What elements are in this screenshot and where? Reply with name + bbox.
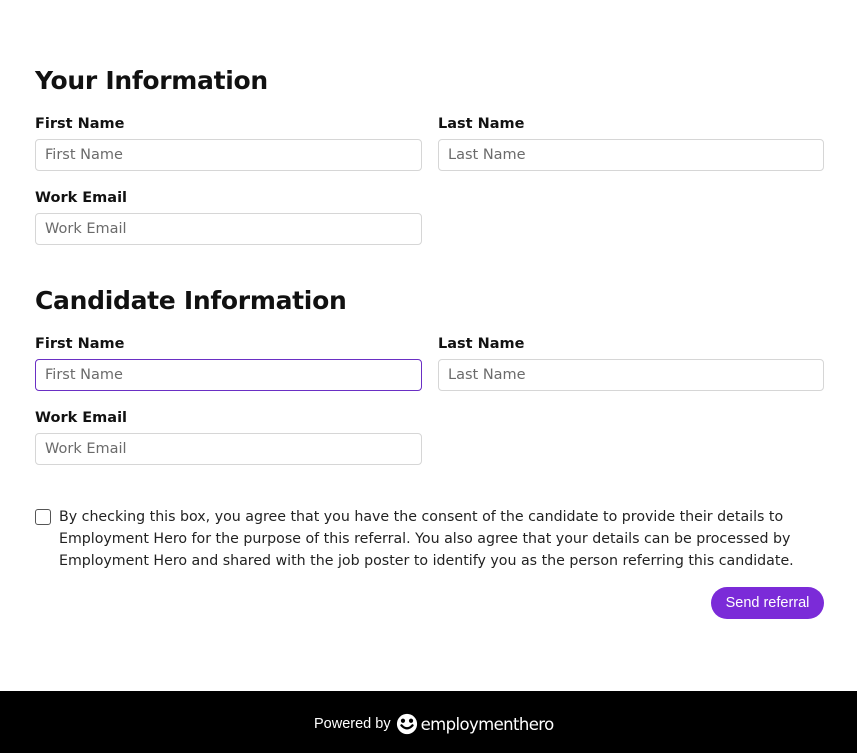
your-last-name-input[interactable]: [438, 139, 824, 171]
candidate-work-email-input[interactable]: [35, 433, 422, 465]
your-last-name-label: Last Name: [438, 116, 525, 132]
consent-text: By checking this box, you agree that you…: [59, 509, 794, 569]
employment-hero-logo-icon: [396, 713, 417, 735]
footer: Powered by employmenthero: [0, 691, 857, 753]
candidate-first-name-label: First Name: [35, 336, 125, 352]
powered-by-label: Powered by: [314, 716, 391, 732]
candidate-information-heading: Candidate Information: [35, 286, 347, 315]
powered-by: Powered by employmenthero: [314, 713, 554, 735]
candidate-last-name-input[interactable]: [438, 359, 824, 391]
send-referral-button[interactable]: Send referral: [711, 587, 824, 619]
candidate-last-name-label: Last Name: [438, 336, 525, 352]
your-first-name-label: First Name: [35, 116, 125, 132]
candidate-work-email-label: Work Email: [35, 410, 128, 426]
consent-checkbox[interactable]: [35, 509, 51, 525]
your-information-heading: Your Information: [35, 66, 268, 95]
candidate-first-name-input[interactable]: [35, 359, 422, 391]
brand-name: employmenthero: [420, 714, 555, 734]
your-first-name-input[interactable]: [35, 139, 422, 171]
your-work-email-input[interactable]: [35, 213, 422, 245]
your-work-email-label: Work Email: [35, 190, 128, 206]
